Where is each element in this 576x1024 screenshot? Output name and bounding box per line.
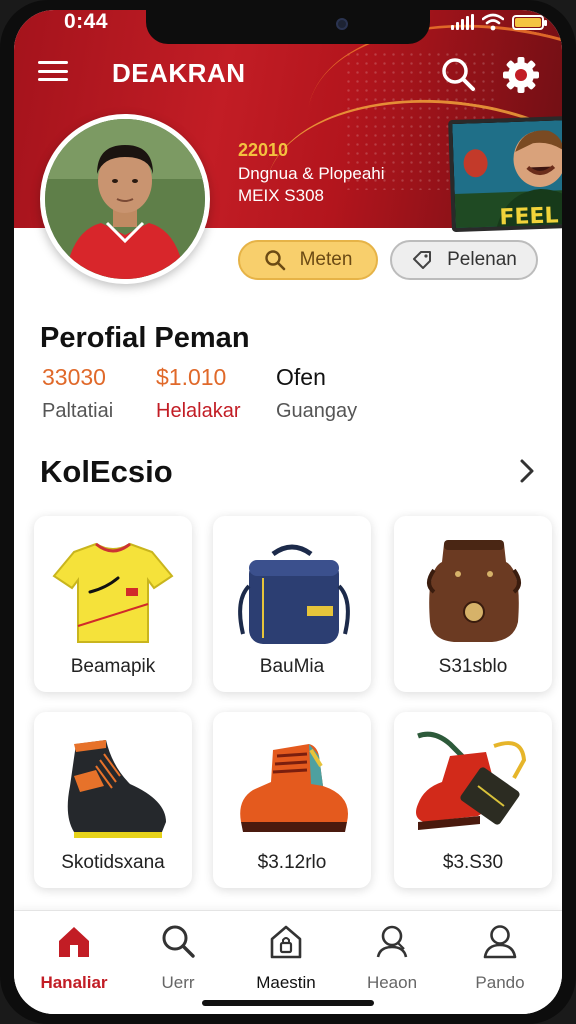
collection-item-label: BauMia [259,656,325,677]
promo-subtitle: MEIX S308 [238,186,324,205]
home-icon [59,927,89,957]
promo-title: Dngnua & Plopeahi [238,164,385,183]
chat-user-icon [376,925,408,958]
bottom-tab-bar: Hanaliar Uerr Maestin Heaon Pando [14,910,562,1014]
tab-profile-label: Pando [475,973,525,992]
profile-title: Perofial Peman [40,322,250,354]
profile-icon [483,925,517,959]
camera-notch [146,10,430,44]
collection-item-label: S31sblo [438,656,508,677]
search-icon [264,250,285,271]
tab-home-label: Hanaliar [40,973,108,992]
promo-tv-image: FEEL [448,115,562,233]
stat-label: Helalakar [156,400,241,422]
svg-text:FEEL: FEEL [499,203,559,230]
tab-search-label: Uerr [161,973,195,992]
battery-icon [512,14,547,30]
tab-search[interactable]: Uerr [126,921,230,1001]
collection-item-label: $3.S30 [442,852,504,873]
gear-icon[interactable] [500,54,542,96]
collection-item[interactable]: $3.12rlo [213,712,371,888]
cleat-icon [67,740,166,838]
stat-value: $1.010 [156,364,227,390]
collection-item[interactable]: BauMia [213,516,371,692]
collection-item[interactable]: S31sblo [394,516,552,692]
tab-locker-label: Maestin [256,973,316,992]
signal-icon [451,14,474,30]
stat-value: 33030 [42,364,106,390]
collection-item-label: Beamapik [70,656,156,677]
stat-value: Ofen [276,364,326,390]
collection-item-label: Skotidsxana [61,852,165,873]
wifi-icon [482,13,504,31]
jersey-icon [52,542,174,643]
promo-code: 22010 [238,140,289,160]
leather-boot-icon [427,540,521,642]
pelenan-button[interactable]: Pelenan [390,240,538,280]
tab-locker[interactable]: Maestin [234,921,338,1001]
phone-frame: 0:44 DEAKRAN 22010 Dngnua & Plopeahi MEI… [0,0,576,1024]
red-boot-icon [416,731,527,830]
tab-community[interactable]: Heaon [340,921,444,1001]
collection-item[interactable]: $3.S30 [394,712,552,888]
pelenan-button-label: Pelenan [447,249,517,270]
tab-home[interactable]: Hanaliar [22,921,126,1001]
collection-title: KolEcsio [40,454,173,489]
stat-label: Guangay [276,400,358,422]
collection-item[interactable]: Skotidsxana [34,712,192,888]
stat-label: Paltatiai [42,400,114,422]
bag-icon [238,544,350,644]
player-avatar[interactable] [40,114,210,284]
orange-boot-icon [240,744,348,832]
tab-community-label: Heaon [366,973,418,992]
tab-profile[interactable]: Pando [448,921,552,1001]
home-indicator[interactable] [202,1000,374,1006]
search-icon [162,925,195,958]
chevron-right-icon[interactable] [514,456,540,486]
app-screen: 0:44 DEAKRAN 22010 Dngnua & Plopeahi MEI… [14,10,562,1014]
locker-icon [270,925,302,959]
meten-button-label: Meten [299,249,353,270]
search-icon[interactable] [438,54,478,94]
collection-item-label: $3.12rlo [257,852,327,873]
tag-icon [413,251,432,269]
menu-button[interactable] [38,58,68,84]
app-title: DEAKRAN [112,58,246,88]
status-icons [451,12,547,32]
status-time: 0:44 [64,10,109,33]
collection-item[interactable]: Beamapik [34,516,192,692]
meten-button[interactable]: Meten [238,240,378,280]
